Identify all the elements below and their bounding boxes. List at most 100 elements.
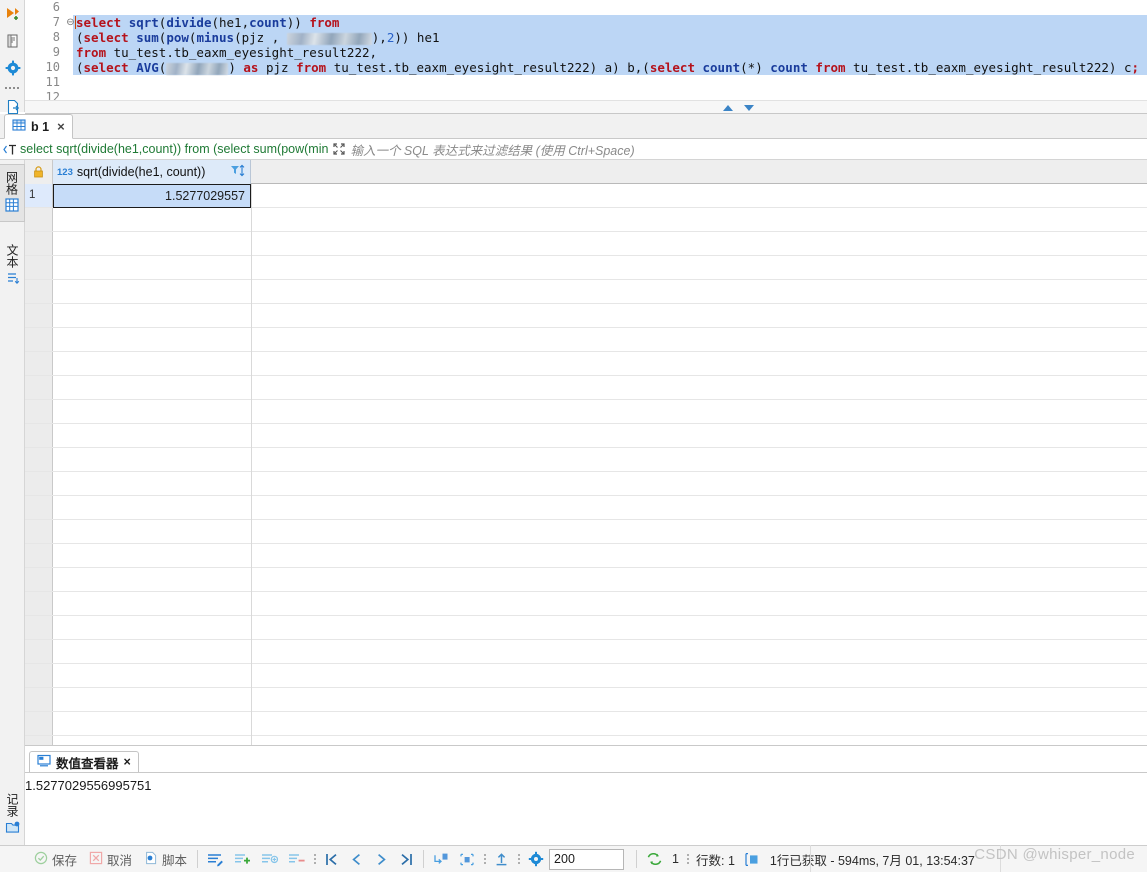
more-dots-icon[interactable] — [517, 850, 520, 868]
duplicate-row-icon[interactable] — [256, 852, 283, 867]
sql-token: select — [83, 30, 129, 45]
value-viewer-close-icon[interactable]: × — [124, 755, 131, 769]
table-row-empty — [25, 424, 1147, 448]
delete-row-icon[interactable] — [283, 852, 310, 867]
fetch-next-page-icon[interactable] — [428, 852, 454, 867]
save-button[interactable]: 保存 — [28, 848, 83, 870]
code-fold-toggle[interactable]: ⊖ — [66, 15, 75, 30]
filter-sort-icon[interactable] — [230, 164, 246, 180]
rail-tab-record[interactable]: 记录 — [0, 787, 25, 843]
more-dots-icon[interactable] — [0, 81, 25, 93]
row-number-empty — [25, 400, 53, 423]
sql-editor[interactable]: 6 7 8 9 10 11 12 select sqrt(divide(he1,count)… — [25, 0, 1147, 100]
table-row-empty — [25, 712, 1147, 736]
value-viewer-body[interactable]: 1.5277029556995751 — [25, 773, 1147, 845]
row-number-empty — [25, 736, 53, 745]
script-icon[interactable] — [0, 27, 25, 54]
result-tab-close-icon[interactable]: × — [57, 119, 65, 134]
result-tab-bar: b 1 × — [0, 114, 1147, 139]
row-number-empty — [25, 448, 53, 471]
grid-column-header[interactable]: 123 sqrt(divide(he1, count)) — [53, 160, 251, 184]
sql-token: from — [296, 60, 327, 75]
check-circle-icon — [34, 851, 48, 868]
sql-line[interactable]: from tu_test.tb_eaxm_eyesight_result222, — [73, 45, 1147, 60]
more-dots-icon[interactable] — [483, 850, 486, 868]
column-stat-icon[interactable] — [739, 852, 766, 867]
grid-rows-container[interactable]: 1 1.5277029557 — [25, 184, 1147, 745]
sql-token: (he1, — [211, 15, 250, 30]
row-number[interactable]: 1 — [25, 184, 53, 207]
row-number-empty — [25, 664, 53, 687]
status-divider — [810, 845, 811, 872]
gear-icon[interactable] — [523, 851, 549, 867]
result-tab-b1[interactable]: b 1 × — [4, 114, 73, 139]
sql-token: ; — [1131, 60, 1140, 75]
sql-token: pjz — [258, 60, 297, 75]
value-viewer-tab[interactable]: 数值查看器 × — [29, 751, 139, 773]
grid-view-icon — [5, 198, 19, 215]
next-page-icon[interactable] — [369, 852, 394, 867]
lock-icon[interactable] — [25, 160, 53, 184]
value-viewer-left-rail: 记录 — [0, 745, 25, 845]
grid-column-name: sqrt(divide(he1, count)) — [76, 165, 206, 179]
table-row-empty — [25, 520, 1147, 544]
watermark: CSDN @whisper_node — [974, 846, 1135, 863]
first-page-icon[interactable] — [319, 852, 344, 867]
row-number-empty — [25, 328, 53, 351]
fetch-all-rows-icon[interactable] — [454, 852, 480, 867]
column-type-badge: 123 — [57, 166, 73, 178]
sql-line[interactable]: (select AVG() as pjz from tu_test.tb_eax… — [73, 60, 1147, 75]
refresh-icon[interactable] — [641, 852, 668, 866]
fetch-size-input[interactable] — [549, 848, 625, 870]
sql-line[interactable] — [73, 75, 1147, 90]
result-grid[interactable]: 123 sqrt(divide(he1, count)) 1 1.52770295… — [25, 160, 1147, 745]
cancel-button[interactable]: 取消 — [83, 848, 138, 870]
sql-line[interactable]: (select sum(pow(minus(pjz , ),2)) he1 — [73, 30, 1147, 45]
table-row-empty — [25, 376, 1147, 400]
sql-token: tu_test.tb_eaxm_eyesight_result222) c — [845, 60, 1132, 75]
script-button[interactable]: 脚本 — [138, 848, 193, 870]
row-number-empty — [25, 568, 53, 591]
sql-token: divide — [166, 15, 212, 30]
script-button-label: 脚本 — [162, 853, 188, 868]
sql-token: sum — [136, 30, 159, 45]
more-dots-icon[interactable] — [686, 850, 689, 868]
record-icon — [5, 820, 20, 837]
sql-filter-icon[interactable] — [0, 143, 20, 156]
result-tab-label: b 1 — [31, 119, 50, 134]
view-tab-grid[interactable]: 网格 — [0, 164, 25, 222]
settings-gear-icon[interactable] — [0, 54, 25, 81]
grid-header-row: 123 sqrt(divide(he1, count)) — [25, 160, 1147, 184]
edit-row-icon[interactable] — [202, 852, 229, 867]
table-row[interactable]: 1 1.5277029557 — [25, 184, 1147, 208]
run-script-icon[interactable] — [0, 0, 25, 27]
view-tab-text[interactable]: 文本 — [0, 238, 25, 294]
sql-line[interactable] — [73, 90, 1147, 100]
splitter-up-icon[interactable] — [722, 104, 734, 112]
more-dots-icon[interactable] — [313, 850, 316, 868]
status-divider — [636, 850, 638, 868]
export-icon[interactable] — [489, 852, 514, 867]
sql-line[interactable] — [73, 0, 1147, 15]
sql-token: select — [83, 60, 129, 75]
splitter-down-icon[interactable] — [743, 104, 755, 112]
last-page-icon[interactable] — [394, 852, 419, 867]
grid-column-divider — [251, 184, 252, 745]
table-row-empty — [25, 328, 1147, 352]
sql-line[interactable]: select sqrt(divide(he1,count)) from — [73, 15, 1147, 30]
filter-bar[interactable]: select sqrt(divide(he1,count)) from (sel… — [0, 139, 1147, 160]
line-number: 12 — [45, 90, 60, 100]
sql-token: count — [770, 60, 808, 75]
sql-token: (pjz , — [234, 30, 287, 45]
prev-page-icon[interactable] — [344, 852, 369, 867]
editor-splitter[interactable] — [25, 100, 1147, 114]
expand-icon[interactable] — [328, 142, 350, 156]
sql-code-area[interactable]: select sqrt(divide(he1,count)) from (sele… — [73, 0, 1147, 100]
row-number-empty — [25, 688, 53, 711]
grid-cell[interactable]: 1.5277029557 — [53, 184, 251, 208]
add-row-icon[interactable] — [229, 852, 256, 867]
save-button-label: 保存 — [52, 853, 78, 868]
row-number-empty — [25, 304, 53, 327]
